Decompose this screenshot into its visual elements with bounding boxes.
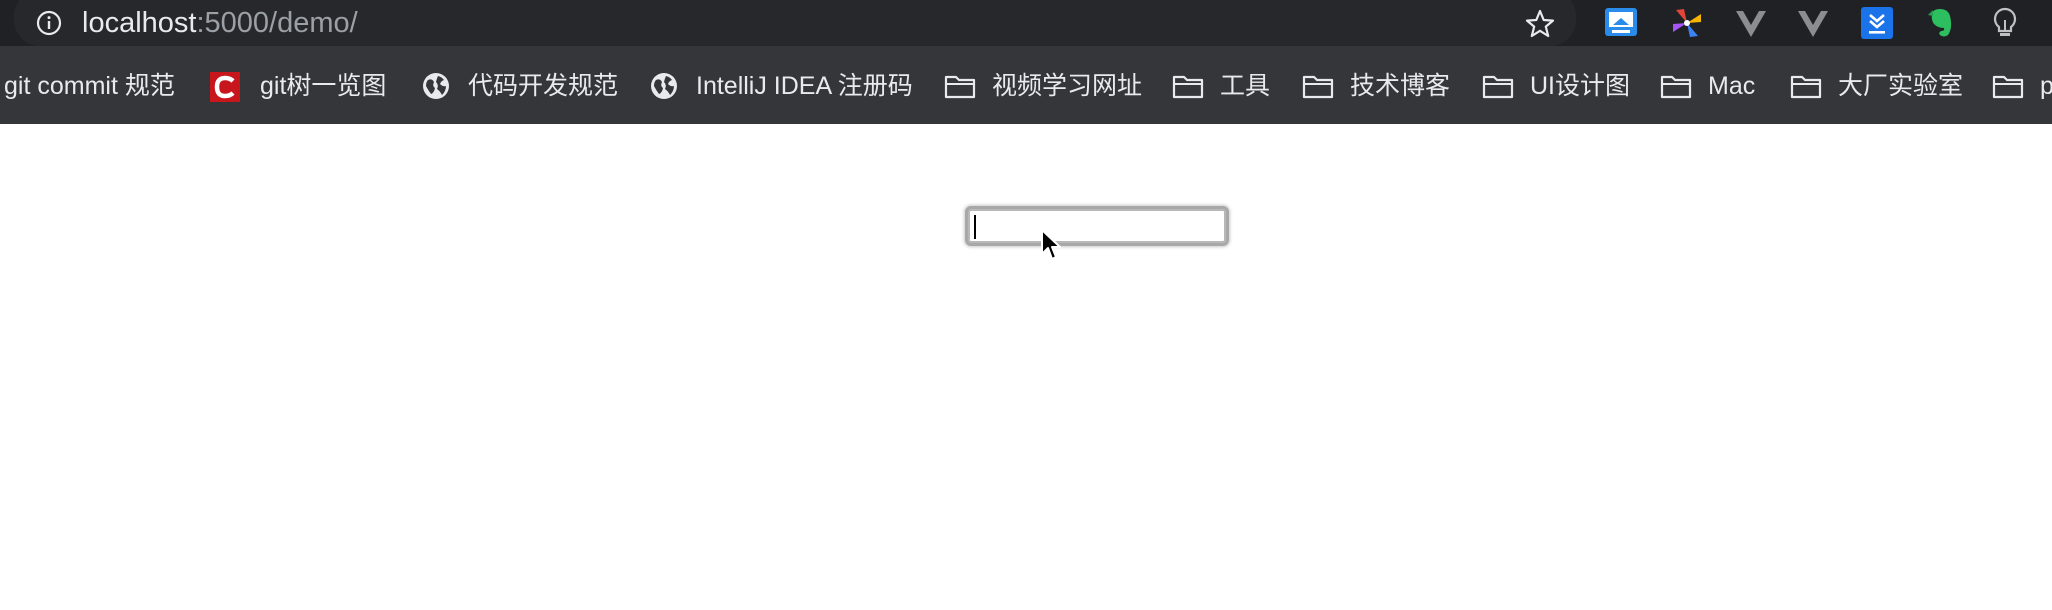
folder-icon	[1790, 75, 1822, 99]
bookmark-label: 视频学习网址	[992, 72, 1143, 100]
mouse-pointer-icon	[1041, 229, 1061, 260]
bookmark-label: git commit 规范	[4, 72, 175, 100]
bookmark-label: 工具	[1220, 72, 1271, 100]
bookmark-label: IntelliJ IDEA 注册码	[696, 72, 913, 100]
bookmark-label: UI设计图	[1530, 72, 1631, 100]
folder-icon	[1992, 75, 2024, 99]
bookmark-label: p	[2040, 72, 2052, 100]
folder-icon	[1302, 75, 1334, 99]
bookmark-label: 技术博客	[1350, 72, 1451, 100]
vue-devtools-alt-icon[interactable]	[1796, 6, 1830, 40]
url-text[interactable]: localhost:5000/demo/	[82, 6, 358, 40]
bookmark-label: 大厂实验室	[1838, 72, 1964, 100]
lightbulb-icon[interactable]	[1988, 6, 2022, 40]
evernote-icon[interactable]	[1924, 6, 1958, 40]
text-caret	[974, 215, 976, 239]
bookmark-label: git树一览图	[260, 72, 387, 100]
globe-icon	[651, 73, 677, 99]
folder-icon	[1660, 75, 1692, 99]
globe-icon	[423, 73, 449, 99]
pinwheel-icon[interactable]	[1670, 6, 1704, 40]
browser-chrome: localhost:5000/demo/ git commit 规范 git树一…	[0, 0, 2052, 124]
bookmarks-bar: git commit 规范 git树一览图 代码开发规范 IntelliJ ID…	[0, 64, 2052, 108]
folder-icon	[1172, 75, 1204, 99]
folder-icon	[944, 75, 976, 99]
bookmark-star-icon[interactable]	[1524, 8, 1556, 40]
screen-capture-icon[interactable]	[1604, 6, 1638, 40]
page-content	[0, 124, 2052, 610]
vue-devtools-icon[interactable]	[1734, 6, 1768, 40]
bookmark-label: Mac	[1708, 72, 1756, 100]
url-host: localhost	[82, 7, 197, 39]
bookmark-label: 代码开发规范	[468, 72, 619, 100]
folder-icon	[1482, 75, 1514, 99]
text-input[interactable]	[968, 209, 1226, 243]
site-info-icon[interactable]	[36, 10, 62, 36]
download-manager-icon[interactable]	[1860, 6, 1894, 40]
url-path: :5000/demo/	[196, 7, 358, 39]
red-c-logo-icon	[210, 72, 240, 102]
